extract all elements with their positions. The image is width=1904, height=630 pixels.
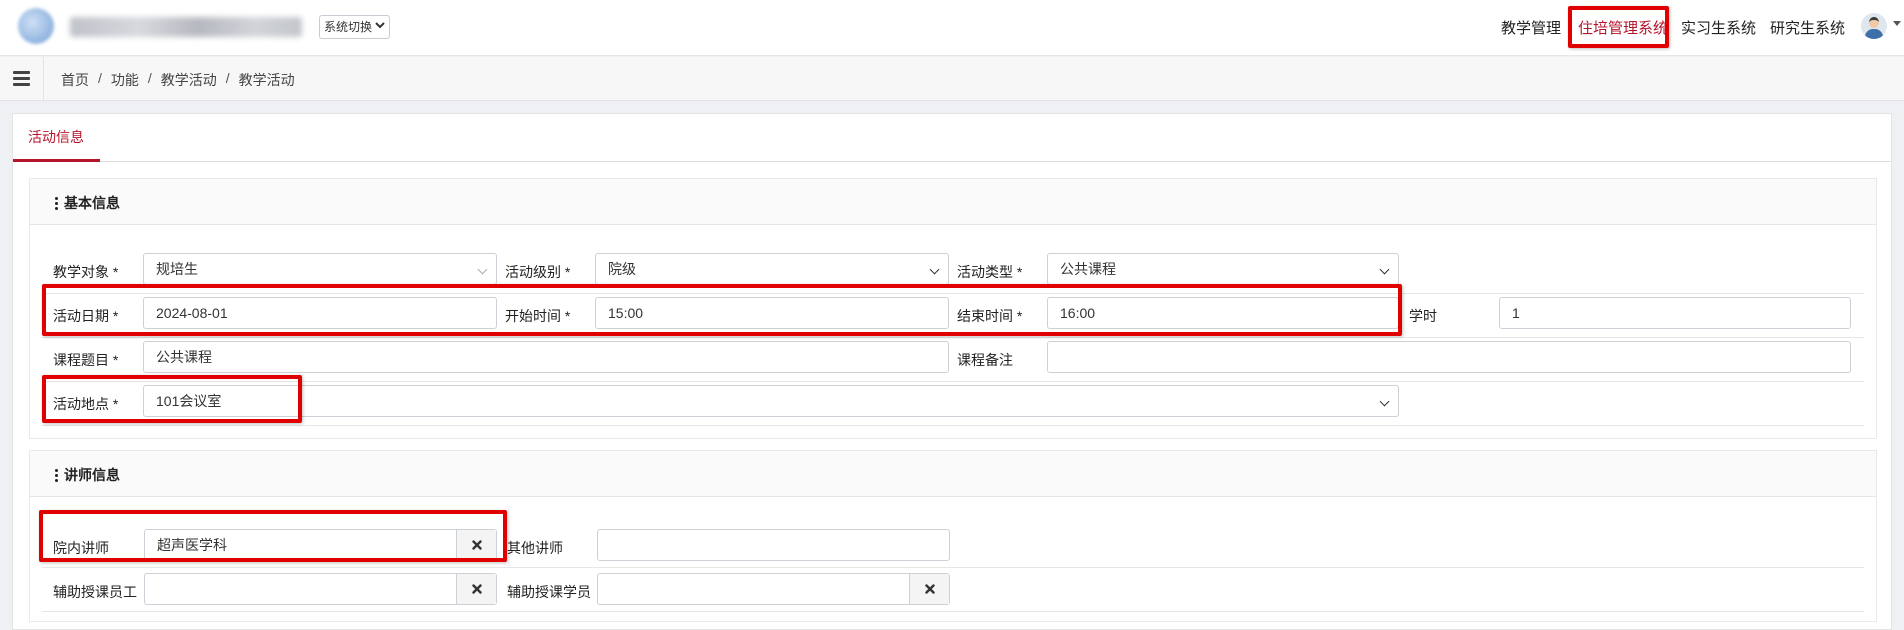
label-teaching-target: 教学对象 *	[53, 264, 119, 280]
close-icon	[471, 584, 482, 594]
end-time-input[interactable]: 16:00	[1047, 297, 1399, 329]
course-topic-input[interactable]: 公共课程	[143, 341, 949, 373]
label-internal-lecturer: 院内讲师	[53, 540, 109, 556]
chevron-down-icon	[477, 264, 488, 275]
label-other-lecturer: 其他讲师	[507, 540, 563, 556]
clear-assistant-staff-button[interactable]	[456, 574, 496, 604]
top-bar: 系统切换 教学管理 住培管理系统 实习生系统 研究生系统	[0, 0, 1904, 56]
activity-type-select[interactable]: 公共课程	[1047, 253, 1399, 285]
breadcrumb-current: 教学活动	[238, 72, 295, 88]
label-activity-type: 活动类型 *	[957, 264, 1023, 280]
label-start-time: 开始时间 *	[505, 308, 571, 324]
tab-bar: 活动信息	[13, 114, 1891, 162]
breadcrumb-bar: 首页 / 功能 / 教学活动 / 教学活动	[0, 57, 1904, 101]
class-hours-input[interactable]: 1	[1499, 297, 1851, 329]
caret-down-icon[interactable]	[1893, 21, 1901, 26]
other-lecturer-input[interactable]	[597, 529, 950, 561]
breadcrumb-function[interactable]: 功能	[111, 70, 139, 90]
nav-graduate-system[interactable]: 研究生系统	[1770, 17, 1845, 38]
breadcrumb-home[interactable]: 首页	[61, 70, 89, 90]
main-panel: 活动信息 基本信息 教学对象 * 规培生 活动级别 * 院级 活动类型 * 公共…	[12, 113, 1892, 630]
activity-level-select[interactable]: 院级	[595, 253, 949, 285]
nav-teaching-management[interactable]: 教学管理	[1501, 17, 1561, 38]
blurred-hospital-name	[70, 17, 302, 37]
close-icon	[924, 584, 935, 594]
nav-residency-training-system[interactable]: 住培管理系统	[1578, 17, 1668, 38]
clear-assistant-student-button[interactable]	[909, 574, 949, 604]
vertical-dots-icon	[55, 468, 58, 482]
lecturer-info-section: 讲师信息 院内讲师 超声医学科 其他讲师 辅助授课员工 辅助授课学员	[29, 450, 1877, 622]
clear-internal-lecturer-button[interactable]	[456, 530, 496, 560]
assistant-student-input[interactable]	[597, 573, 950, 605]
breadcrumb-teaching-activity[interactable]: 教学活动	[161, 70, 217, 90]
label-course-topic: 课程题目 *	[53, 352, 119, 368]
nav-intern-system[interactable]: 实习生系统	[1681, 17, 1756, 38]
section-title-basic: 基本信息	[55, 193, 120, 213]
chevron-down-icon	[1379, 264, 1390, 275]
activity-date-input[interactable]: 2024-08-01	[143, 297, 497, 329]
breadcrumb: 首页 / 功能 / 教学活动 / 教学活动	[61, 70, 295, 90]
start-time-input[interactable]: 15:00	[595, 297, 949, 329]
menu-toggle-icon[interactable]	[13, 71, 30, 86]
label-assistant-staff: 辅助授课员工	[53, 584, 137, 600]
internal-lecturer-input[interactable]: 超声医学科	[144, 529, 497, 561]
label-class-hours: 学时	[1409, 308, 1437, 324]
label-activity-level: 活动级别 *	[505, 264, 571, 280]
teaching-target-select[interactable]: 规培生	[143, 253, 497, 285]
section-title-lecturer: 讲师信息	[55, 465, 120, 485]
tab-activity-info[interactable]: 活动信息	[13, 114, 100, 162]
assistant-staff-input[interactable]	[144, 573, 497, 605]
chevron-down-icon	[929, 264, 940, 275]
system-switch-dropdown[interactable]: 系统切换	[319, 15, 391, 39]
vertical-dots-icon	[55, 196, 58, 210]
activity-location-select[interactable]: 101会议室	[143, 385, 1399, 417]
course-note-input[interactable]	[1047, 341, 1851, 373]
basic-info-section: 基本信息 教学对象 * 规培生 活动级别 * 院级 活动类型 * 公共课程 活动…	[29, 178, 1877, 439]
chevron-down-icon	[375, 16, 385, 38]
label-assistant-student: 辅助授课学员	[507, 584, 591, 600]
label-course-note: 课程备注	[957, 352, 1013, 368]
label-activity-date: 活动日期 *	[53, 308, 119, 324]
label-activity-location: 活动地点 *	[53, 396, 119, 412]
hospital-logo	[18, 8, 54, 44]
close-icon	[471, 540, 482, 550]
chevron-down-icon	[1379, 396, 1390, 407]
system-switch-label: 系统切换	[324, 20, 373, 34]
user-avatar[interactable]	[1861, 13, 1887, 39]
label-end-time: 结束时间 *	[957, 308, 1023, 324]
